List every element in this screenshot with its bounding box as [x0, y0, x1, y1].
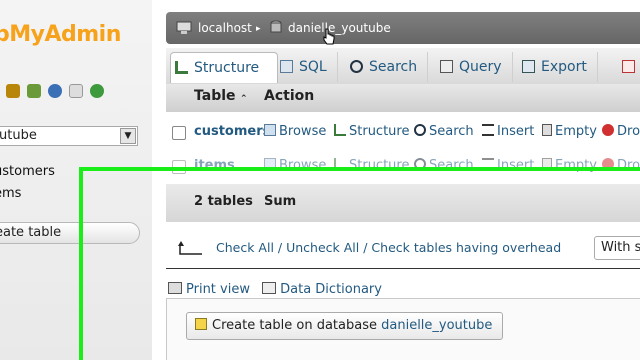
insert-button[interactable]: Insert [482, 124, 534, 139]
create-table-legend: Create table on database danielle_youtub… [186, 312, 504, 340]
empty-button[interactable]: Empty [542, 158, 597, 173]
reload-icon[interactable] [90, 84, 104, 98]
navigation-panel: pMyAdmin utube ▼ ustomers ems eate table [0, 0, 153, 360]
import-icon [622, 60, 635, 73]
drop-button[interactable]: Dro [602, 158, 640, 173]
summary-row: 2 tables Sum [166, 184, 640, 222]
search-icon [414, 158, 426, 170]
home-icon[interactable] [6, 84, 20, 98]
structure-icon [334, 124, 346, 136]
tab-search[interactable]: Search [346, 52, 429, 82]
arrow-up-icon [178, 241, 202, 255]
tab-export[interactable]: Export [518, 52, 598, 82]
insert-icon [482, 124, 494, 136]
print-links: Print view Data Dictionary [168, 282, 382, 297]
print-view-link[interactable]: Print view [186, 282, 250, 297]
nav-icon-bar [6, 84, 104, 98]
hand-cursor-icon [323, 28, 335, 45]
check-overhead-link[interactable]: Check tables having overhead [371, 240, 561, 255]
check-all-link[interactable]: Check All [216, 240, 274, 255]
browse-button[interactable]: Browse [264, 124, 326, 139]
drop-button[interactable]: Dro [602, 124, 640, 139]
breadcrumb-database[interactable]: danielle_youtube [288, 21, 391, 35]
structure-button[interactable]: Structure [334, 158, 409, 173]
trash-icon [542, 124, 552, 136]
table-count: 2 tables [194, 194, 253, 209]
new-table-icon [195, 318, 207, 330]
breadcrumb: localhost ▸ danielle_youtube [166, 12, 640, 44]
browse-button[interactable]: Browse [264, 158, 326, 173]
row-checkbox[interactable] [172, 126, 186, 140]
main-content: localhost ▸ danielle_youtube Structure S… [152, 0, 640, 360]
database-select-value: utube [0, 128, 37, 143]
insert-button[interactable]: Insert [482, 158, 534, 173]
check-links: Check All / Uncheck All / Check tables h… [216, 240, 562, 255]
nav-table-items[interactable]: ems [0, 186, 21, 201]
tab-structure[interactable]: Structure [170, 52, 278, 83]
table-name-customers[interactable]: customers [194, 124, 270, 139]
tab-sql[interactable]: SQL [276, 52, 338, 82]
tab-bar: Structure SQL Search Query Export [166, 48, 640, 85]
table-row: items Browse Structure Search Insert Emp… [166, 150, 640, 184]
tab-query[interactable]: Query [436, 52, 513, 82]
structure-icon [175, 61, 188, 74]
search-icon [414, 124, 426, 136]
sql-icon [280, 60, 293, 73]
browse-icon [264, 124, 276, 136]
header-action: Action [264, 88, 315, 104]
help-icon[interactable] [48, 84, 62, 98]
trash-icon [542, 158, 552, 170]
create-table-db-link[interactable]: danielle_youtube [381, 318, 492, 333]
database-icon [270, 20, 282, 33]
structure-icon [334, 158, 346, 170]
table-header-row: Table ⌃ Action [166, 84, 640, 112]
docs-icon[interactable] [69, 84, 83, 98]
check-controls: Check All / Uncheck All / Check tables h… [166, 232, 640, 269]
insert-icon [482, 158, 494, 170]
sort-icon[interactable]: ⌃ [240, 94, 248, 104]
nav-table-customers[interactable]: ustomers [0, 164, 55, 179]
table-row: customers Browse Structure Search Insert… [166, 116, 640, 150]
nav-create-table-button[interactable]: eate table [0, 222, 140, 244]
with-selected-select[interactable]: With sele [594, 236, 640, 260]
export-icon [522, 60, 535, 73]
header-table[interactable]: Table [194, 88, 236, 104]
breadcrumb-server[interactable]: localhost [198, 21, 252, 35]
data-dictionary-link[interactable]: Data Dictionary [280, 282, 382, 297]
summary-sum: Sum [264, 194, 297, 209]
structure-button[interactable]: Structure [334, 124, 409, 139]
chevron-down-icon[interactable]: ▼ [120, 128, 136, 144]
uncheck-all-link[interactable]: Uncheck All [286, 240, 359, 255]
print-icon [168, 282, 182, 294]
database-select[interactable]: utube ▼ [0, 126, 138, 146]
screen: pMyAdmin utube ▼ ustomers ems eate table… [0, 0, 640, 360]
query-icon [440, 60, 453, 73]
search-icon [350, 60, 363, 73]
empty-button[interactable]: Empty [542, 124, 597, 139]
drop-icon [602, 158, 614, 170]
table-name-items[interactable]: items [194, 158, 235, 173]
logout-icon[interactable] [27, 84, 41, 98]
phpmyadmin-logo[interactable]: pMyAdmin [0, 22, 121, 47]
tab-import-partial[interactable] [618, 52, 640, 82]
browse-icon [264, 158, 276, 170]
search-button[interactable]: Search [414, 158, 474, 173]
data-dictionary-icon [262, 282, 277, 294]
row-checkbox[interactable] [172, 160, 186, 174]
server-icon [176, 21, 192, 34]
breadcrumb-separator-icon: ▸ [256, 24, 261, 34]
drop-icon [602, 124, 614, 136]
search-button[interactable]: Search [414, 124, 474, 139]
